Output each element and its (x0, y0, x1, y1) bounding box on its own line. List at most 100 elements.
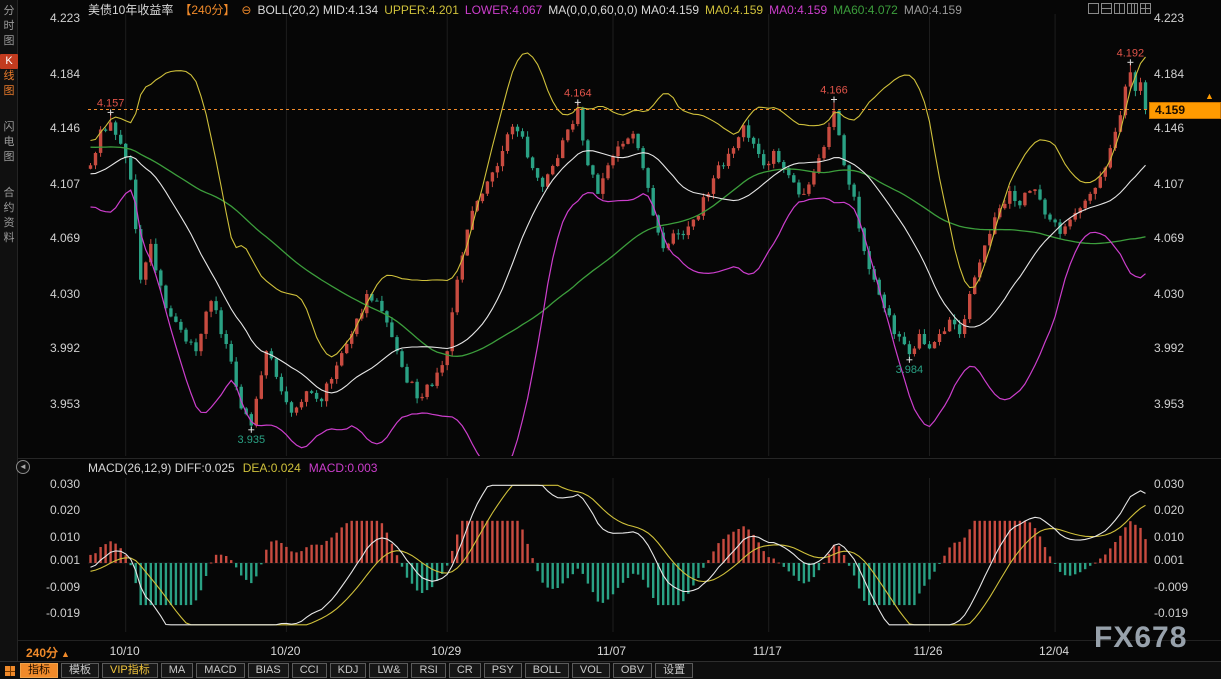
ma0-yellow-value: MA0:4.159 (705, 3, 763, 17)
x-axis-date: 10/10 (110, 644, 140, 658)
axis-tick-label: 4.223 (50, 11, 80, 25)
toolbar-button-rsi[interactable]: RSI (411, 663, 445, 678)
time-axis: 240分▲ 10/10 10/20 10/29 11/07 11/17 11/26 12/0… (0, 640, 1221, 661)
axis-tick-label: 4.184 (50, 67, 80, 81)
price-annotation: 4.164 (564, 87, 592, 99)
axis-tick-label: 4.184 (1154, 67, 1184, 81)
sidebar-tab-contract-info[interactable]: 合约资料 (0, 186, 18, 246)
remove-indicator-icon[interactable]: ⊖ (241, 3, 251, 17)
price-annotation: 4.157 (97, 97, 125, 109)
chart-legend: 美债10年收益率【240分】⊖BOLL(20,2) MID:4.134UPPER… (88, 1, 968, 14)
boll-lower-value: LOWER:4.067 (465, 3, 542, 17)
toolbar-button-obv[interactable]: OBV (613, 663, 652, 678)
axis-tick-label: 0.010 (50, 530, 80, 544)
price-annotations: 4.157 4.164 4.166 4.192 3.935 3.984 (97, 47, 1144, 446)
toolbar-button-indicators[interactable]: 指标 (20, 663, 58, 678)
vertical-gridlines (126, 14, 1055, 456)
axis-tick-label: 4.069 (50, 231, 80, 245)
layout-full-icon[interactable] (1088, 3, 1099, 14)
trading-terminal: 分时图 K线图闪电图合约资料 美债10年收益率【240分】⊖BOLL(20,2) … (0, 0, 1221, 679)
dea-line (91, 485, 1146, 625)
layout-two-vertical-icon[interactable] (1114, 3, 1125, 14)
macd-diff-value: MACD(26,12,9) DIFF:0.025 (88, 461, 235, 475)
ma0-magenta-value: MA0:4.159 (769, 3, 827, 17)
ma60-line (91, 147, 1146, 356)
indicator-grid-icon[interactable] (5, 666, 15, 676)
x-axis-date: 11/07 (597, 644, 626, 658)
macd-legend: MACD(26,12,9) DIFF:0.025DEA:0.024MACD:0.… (88, 461, 385, 475)
candlestick-chart[interactable]: 4.157 4.164 4.166 4.192 3.935 3.984 (88, 14, 1148, 456)
watermark: FX678 (1094, 621, 1187, 655)
x-axis-date: 10/20 (270, 644, 300, 658)
price-annotation: 4.192 (1117, 47, 1145, 59)
sidebar-tab-flash-chart[interactable]: 闪电图 (0, 120, 18, 165)
axis-tick-label: 4.030 (50, 287, 80, 301)
toolbar-button-kdj[interactable]: KDJ (330, 663, 367, 678)
toolbar-button-lw[interactable]: LW& (369, 663, 408, 678)
ma0-gray-value: MA0:4.159 (904, 3, 962, 17)
last-price-badge: 4.159 (1149, 102, 1221, 119)
price-up-arrow-icon: ▲ (1205, 91, 1214, 101)
axis-tick-label: 4.030 (1154, 287, 1184, 301)
axis-tick-label: 0.001 (1154, 553, 1184, 567)
macd-dea-value: DEA:0.024 (243, 461, 301, 475)
price-annotation: 3.935 (238, 434, 266, 446)
axis-tick-label: 0.030 (50, 477, 80, 491)
symbol-title: 美债10年收益率 (88, 3, 173, 17)
axis-tick-label: 0.020 (50, 503, 80, 517)
axis-tick-label: 4.223 (1154, 11, 1184, 25)
toolbar-button-settings[interactable]: 设置 (655, 663, 693, 678)
indicator-toolbar: 指标模板VIP指标MAMACD BIASCCIKDJLW&RSI CRPSYBOLL… (0, 661, 1221, 679)
last-price-value: 4.159 (1155, 103, 1185, 117)
x-axis-date: 10/29 (431, 644, 461, 658)
axis-tick-label: 4.069 (1154, 231, 1184, 245)
x-axis-date: 12/04 (1039, 644, 1069, 658)
axis-tick-label: 0.020 (1154, 503, 1184, 517)
axis-tick-label: 3.953 (1154, 397, 1184, 411)
toolbar-button-bias[interactable]: BIAS (248, 663, 289, 678)
layout-three-pane-icon[interactable] (1127, 3, 1138, 14)
axis-tick-label: 0.001 (50, 553, 80, 567)
axis-tick-label: 4.107 (50, 177, 80, 191)
ma60-value: MA60:4.072 (833, 3, 898, 17)
axis-tick-label: -0.009 (1154, 580, 1188, 594)
toolbar-button-boll[interactable]: BOLL (525, 663, 569, 678)
axis-tick-label: -0.019 (46, 606, 80, 620)
axis-tick-label: 4.146 (50, 121, 80, 135)
x-axis-date: 11/17 (753, 644, 782, 658)
axis-tick-label: 4.146 (1154, 121, 1184, 135)
boll-upper-line (91, 53, 1146, 357)
axis-tick-label: 3.953 (50, 397, 80, 411)
sidebar-tab-time-chart[interactable]: 分时图 (0, 4, 18, 49)
diff-line (91, 485, 1146, 625)
axis-tick-label: 3.992 (50, 341, 80, 355)
axis-tick-label: -0.019 (1154, 606, 1188, 620)
axis-tick-label: 0.030 (1154, 477, 1184, 491)
footer-period-label[interactable]: 240分▲ (26, 644, 70, 661)
layout-four-grid-icon[interactable] (1140, 3, 1151, 14)
toolbar-button-cci[interactable]: CCI (292, 663, 327, 678)
candlesticks (89, 62, 1147, 430)
macd-chart[interactable] (88, 478, 1148, 632)
layout-two-horizontal-icon[interactable] (1101, 3, 1112, 14)
boll-mid-line (91, 151, 1146, 393)
boll-upper-value: UPPER:4.201 (384, 3, 459, 17)
toolbar-button-vol[interactable]: VOL (572, 663, 610, 678)
toolbar-button-macd[interactable]: MACD (196, 663, 244, 678)
collapse-panel-icon[interactable]: ◄ (16, 460, 30, 474)
axis-tick-label: 0.010 (1154, 530, 1184, 544)
sidebar-tab-kline-chart[interactable]: K线图 (0, 54, 18, 99)
ma-params-value: MA(0,0,0,60,0,0) MA0:4.159 (548, 3, 699, 17)
toolbar-button-ma[interactable]: MA (161, 663, 194, 678)
toolbar-button-psy[interactable]: PSY (484, 663, 522, 678)
left-tab-bar: 分时图 K线图闪电图合约资料 (0, 0, 18, 661)
axis-tick-label: 4.107 (1154, 177, 1184, 191)
toolbar-button-templates[interactable]: 模板 (61, 663, 99, 678)
axis-tick-label: 3.992 (1154, 341, 1184, 355)
toolbar-button-cr[interactable]: CR (449, 663, 481, 678)
price-annotation: 3.984 (896, 364, 924, 376)
x-axis-date: 11/26 (913, 644, 942, 658)
period-up-arrow-icon: ▲ (61, 649, 70, 659)
toolbar-button-vip-indicators[interactable]: VIP指标 (102, 663, 158, 678)
price-annotation: 4.166 (820, 85, 848, 97)
